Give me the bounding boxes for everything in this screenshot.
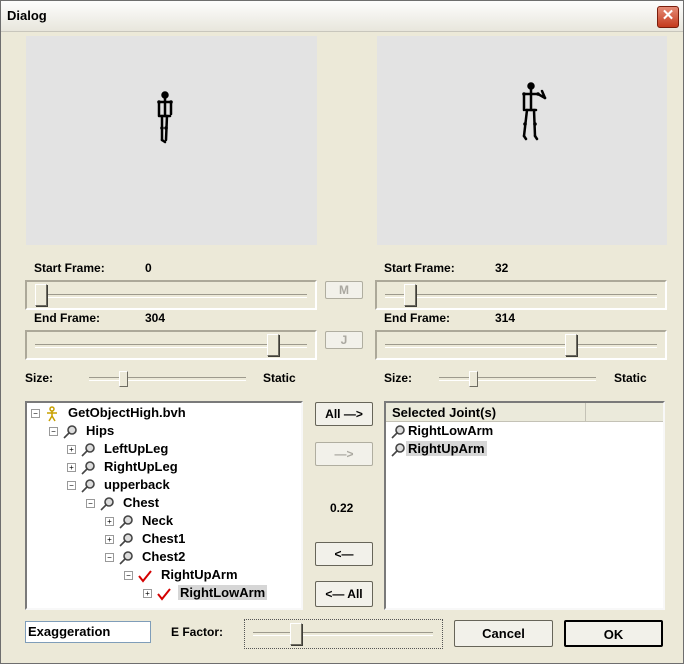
left-size-label: Size: — [25, 371, 54, 385]
right-end-frame-slider[interactable] — [375, 330, 667, 360]
selected-joints-list[interactable]: Selected Joint(s) RightLowArm RightUpArm — [384, 401, 665, 610]
dialog-window: Dialog ✕ Start Frame: 0 End Frame: 304 S… — [0, 0, 684, 664]
left-end-frame-slider[interactable] — [25, 330, 317, 360]
collapse-icon[interactable]: − — [124, 571, 133, 580]
right-size-slider-thumb[interactable] — [469, 371, 478, 387]
tree-node-label: Hips — [86, 423, 115, 438]
left-start-slider-thumb[interactable] — [35, 284, 47, 306]
joint-icon — [119, 515, 133, 529]
right-static-label: Static — [614, 371, 647, 385]
m-button[interactable]: M — [325, 281, 363, 299]
list-item-label: RightUpArm — [406, 441, 487, 456]
left-size-track[interactable] — [89, 377, 246, 381]
close-button[interactable]: ✕ — [657, 6, 679, 28]
remove-selected-button[interactable]: <— — [315, 542, 373, 566]
tree-node-label: RightLowArm — [178, 585, 268, 600]
right-end-slider-thumb[interactable] — [565, 334, 577, 356]
tree-node-label: Neck — [142, 513, 174, 528]
right-end-frame-value: 314 — [495, 311, 516, 325]
left-size-slider-thumb[interactable] — [119, 371, 128, 387]
left-end-slider-thumb[interactable] — [267, 334, 279, 356]
tree-node-label: Chest1 — [142, 531, 186, 546]
right-start-slider-thumb[interactable] — [404, 284, 416, 306]
expand-icon[interactable]: + — [143, 589, 152, 598]
joint-icon — [63, 425, 77, 439]
joint-icon — [100, 497, 114, 511]
exaggeration-field[interactable]: Exaggeration — [25, 621, 151, 643]
joint-icon — [119, 533, 133, 547]
right-end-frame-label: End Frame: — [384, 311, 451, 325]
efactor-label: E Factor: — [171, 625, 224, 639]
tree-node-label: RightUpArm — [161, 567, 238, 582]
left-end-frame-label: End Frame: — [34, 311, 101, 325]
collapse-icon[interactable]: − — [49, 427, 58, 436]
tree-node-label: GetObjectHigh.bvh — [68, 405, 186, 420]
window-title: Dialog — [7, 8, 47, 23]
left-static-label: Static — [263, 371, 296, 385]
left-end-frame-value: 304 — [145, 311, 166, 325]
left-start-frame-label: Start Frame: — [34, 261, 105, 275]
right-size-label: Size: — [384, 371, 413, 385]
joint-tree[interactable]: − GetObjectHigh.bvh − Hips + LeftUpLeg +… — [25, 401, 303, 610]
j-button[interactable]: J — [325, 331, 363, 349]
joint-icon — [391, 443, 405, 457]
efactor-slider[interactable] — [244, 619, 443, 649]
check-icon — [138, 570, 152, 583]
right-size-track[interactable] — [439, 377, 596, 381]
collapse-icon[interactable]: − — [105, 553, 114, 562]
remove-all-button[interactable]: <— All — [315, 581, 373, 607]
dialog-body: Start Frame: 0 End Frame: 304 Size: Stat… — [1, 32, 683, 663]
skeleton-figure-left — [157, 91, 173, 144]
list-header-filler — [586, 403, 663, 422]
cancel-button[interactable]: Cancel — [454, 620, 553, 647]
expand-icon[interactable]: + — [67, 445, 76, 454]
joint-icon — [81, 461, 95, 475]
selected-joints-header[interactable]: Selected Joint(s) — [386, 403, 586, 422]
tree-node-label: LeftUpLeg — [104, 441, 169, 456]
expand-icon[interactable]: + — [67, 463, 76, 472]
joint-icon — [391, 425, 405, 439]
check-icon — [157, 588, 171, 601]
tree-node-label: Chest2 — [142, 549, 186, 564]
efactor-slider-thumb[interactable] — [290, 623, 302, 645]
collapse-icon[interactable]: − — [67, 481, 76, 490]
skeleton-figure-right — [522, 82, 547, 141]
add-all-button[interactable]: All —> — [315, 402, 373, 426]
left-start-frame-value: 0 — [145, 261, 152, 275]
right-start-frame-label: Start Frame: — [384, 261, 455, 275]
add-selected-button[interactable]: —> — [315, 442, 373, 466]
expand-icon[interactable]: + — [105, 535, 114, 544]
right-preview — [377, 36, 667, 245]
left-start-frame-slider[interactable] — [25, 280, 317, 310]
ok-button[interactable]: OK — [564, 620, 663, 647]
collapse-icon[interactable]: − — [31, 409, 40, 418]
right-start-frame-slider[interactable] — [375, 280, 667, 310]
left-preview — [26, 36, 317, 245]
tree-node-label: Chest — [123, 495, 160, 510]
joint-icon — [81, 443, 95, 457]
expand-icon[interactable]: + — [105, 517, 114, 526]
exaggeration-readout: 0.22 — [330, 501, 354, 515]
joint-icon — [119, 551, 133, 565]
tree-node-label: RightUpLeg — [104, 459, 178, 474]
joint-icon — [81, 479, 95, 493]
tree-node-label: upperback — [104, 477, 170, 492]
list-item-label: RightLowArm — [408, 423, 494, 438]
figure-icon — [47, 406, 57, 422]
collapse-icon[interactable]: − — [86, 499, 95, 508]
title-bar: Dialog ✕ — [1, 1, 683, 32]
right-start-frame-value: 32 — [495, 261, 509, 275]
